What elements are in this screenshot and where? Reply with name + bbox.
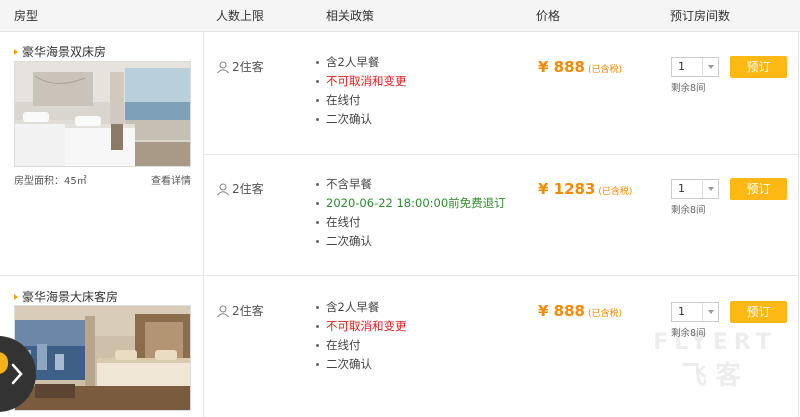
room-title[interactable]: 豪华海景大床客房	[14, 288, 118, 305]
room-meta: 房型面积：45㎡ 查看详情	[14, 172, 191, 187]
policy-item: 不可取消和变更	[316, 317, 536, 336]
rooms-remaining: 剩余8间	[671, 328, 706, 339]
tax-note: (已含税)	[598, 187, 633, 197]
tax-note: (已含税)	[587, 65, 623, 75]
policy-item: 在线付	[316, 336, 536, 355]
policy-list: 含2人早餐 不可取消和变更 在线付 二次确认	[316, 298, 536, 374]
policy-item: 在线付	[316, 213, 536, 232]
price: ¥ 888 (已含税)	[538, 302, 622, 320]
capacity-cell: 2住客	[216, 180, 264, 197]
policy-item: 二次确认	[316, 355, 536, 374]
header-room: 房型	[14, 9, 39, 23]
price: ¥ 888 (已含税)	[538, 58, 622, 76]
header-capacity: 人数上限	[216, 9, 265, 23]
tax-note: (已含税)	[587, 309, 623, 319]
rooms-remaining: 剩余8间	[671, 205, 706, 216]
chevron-down-icon[interactable]	[702, 303, 718, 321]
book-button[interactable]: 预订	[730, 56, 787, 78]
badge-icon	[0, 352, 8, 374]
policy-item: 不可取消和变更	[316, 72, 536, 91]
price-value: ¥ 888	[538, 58, 585, 76]
triangle-icon	[14, 294, 18, 300]
watermark-logo: FLYERT 飞客	[653, 330, 777, 391]
policy-item: 2020-06-22 18:00:00前免费退订	[316, 194, 536, 213]
policy-item: 二次确认	[316, 110, 536, 129]
header-policy: 相关政策	[326, 9, 375, 23]
book-button[interactable]: 预订	[730, 301, 787, 323]
rooms-remaining: 剩余8间	[671, 83, 706, 94]
header-price: 价格	[536, 9, 561, 23]
view-details-link[interactable]: 查看详情	[151, 172, 191, 187]
chevron-down-icon[interactable]	[702, 180, 718, 198]
room-photo-image	[15, 306, 190, 410]
policy-item: 含2人早餐	[316, 53, 536, 72]
person-icon	[217, 183, 229, 196]
price: ¥ 1283 (已含税)	[538, 180, 632, 198]
table-header: 房型 人数上限 相关政策 价格 预订房间数	[0, 0, 800, 32]
column-divider	[798, 32, 799, 417]
policy-list: 含2人早餐 不可取消和变更 在线付 二次确认	[316, 53, 536, 129]
room-photo[interactable]	[14, 61, 191, 167]
policy-item: 二次确认	[316, 232, 536, 251]
person-icon	[217, 61, 229, 74]
person-icon	[217, 305, 229, 318]
room-quantity-select[interactable]: 1	[671, 179, 719, 199]
capacity-cell: 2住客	[216, 58, 264, 75]
room-title[interactable]: 豪华海景双床房	[14, 43, 106, 60]
policy-item: 含2人早餐	[316, 298, 536, 317]
room-photo[interactable]	[14, 305, 191, 411]
room-divider	[0, 275, 798, 276]
column-divider	[203, 32, 204, 417]
capacity-cell: 2住客	[216, 302, 264, 319]
policy-item: 不含早餐	[316, 175, 536, 194]
rate-divider	[204, 154, 798, 155]
triangle-icon	[14, 49, 18, 55]
price-value: ¥ 1283	[538, 180, 596, 198]
room-quantity-select[interactable]: 1	[671, 57, 719, 77]
chevron-right-icon	[11, 363, 23, 385]
room-quantity-select[interactable]: 1	[671, 302, 719, 322]
book-button[interactable]: 预订	[730, 178, 787, 200]
policy-list: 不含早餐 2020-06-22 18:00:00前免费退订 在线付 二次确认	[316, 175, 536, 251]
chevron-down-icon[interactable]	[702, 58, 718, 76]
header-qty: 预订房间数	[670, 9, 731, 23]
room-area: 房型面积：45㎡	[14, 176, 87, 187]
price-value: ¥ 888	[538, 302, 585, 320]
policy-item: 在线付	[316, 91, 536, 110]
room-photo-image	[15, 62, 190, 166]
